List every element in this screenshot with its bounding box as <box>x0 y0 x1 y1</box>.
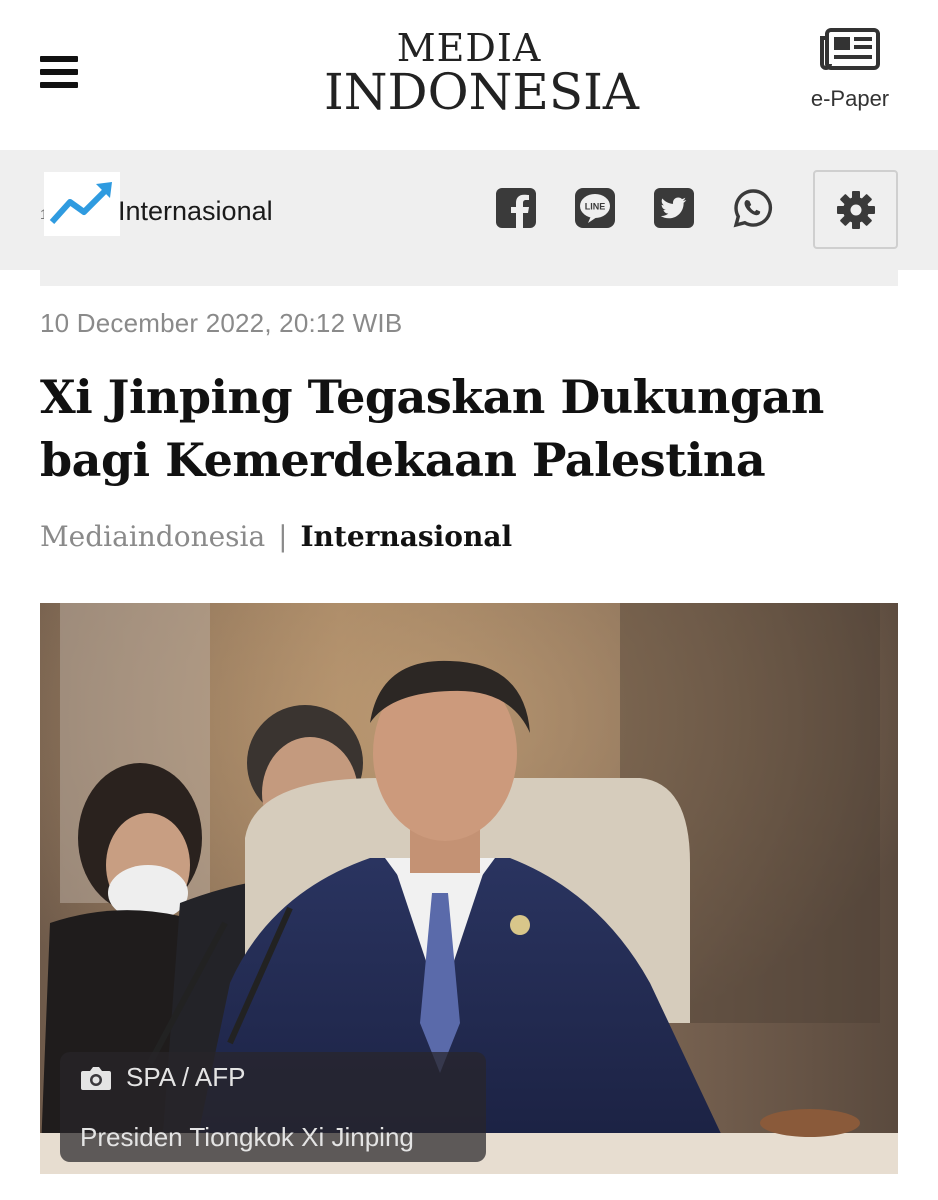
line-icon[interactable]: LINE <box>575 188 615 228</box>
camera-icon <box>81 1066 111 1090</box>
headline-line-1: Xi Jinping Tegaskan Dukungan <box>40 370 824 424</box>
twitter-icon[interactable] <box>654 188 694 228</box>
photo-credit-text: SPA / AFP <box>126 1062 246 1092</box>
logo-line-1: MEDIA <box>396 26 542 70</box>
svg-text:LINE: LINE <box>585 202 606 212</box>
gear-icon <box>837 191 875 229</box>
byline-source: Mediaindonesia <box>40 520 266 553</box>
photo-credit: SPA / AFP <box>80 1062 245 1093</box>
photo-caption: Presiden Tiongkok Xi Jinping <box>80 1122 414 1152</box>
site-logo[interactable]: MEDIA INDONESIA <box>324 26 639 124</box>
article-headline: Xi Jinping Tegaskan Dukungan bagi Kemerd… <box>40 366 910 492</box>
article-byline: Mediaindonesia | Internasional <box>40 520 512 553</box>
hamburger-menu-icon[interactable] <box>40 56 80 89</box>
whatsapp-icon[interactable] <box>733 188 773 228</box>
headline-line-2: bagi Kemerdekaan Palestina <box>40 433 766 487</box>
byline-category-link[interactable]: Internasional <box>300 520 512 553</box>
toolbar-divider <box>40 270 898 286</box>
byline-separator: | <box>278 520 288 553</box>
breadcrumb-category[interactable]: Internasional <box>118 196 273 227</box>
top-header: MEDIA INDONESIA e-Paper <box>0 0 938 150</box>
trending-icon[interactable] <box>44 172 120 236</box>
article-date: 10 December 2022, 20:12 WIB <box>40 308 403 338</box>
epaper-label: e-Paper <box>810 86 890 111</box>
epaper-button[interactable]: e-Paper <box>800 28 900 123</box>
logo-line-2: INDONESIA <box>324 63 639 121</box>
settings-button[interactable] <box>813 170 898 249</box>
newspaper-icon <box>820 28 880 70</box>
facebook-icon[interactable] <box>496 188 536 228</box>
